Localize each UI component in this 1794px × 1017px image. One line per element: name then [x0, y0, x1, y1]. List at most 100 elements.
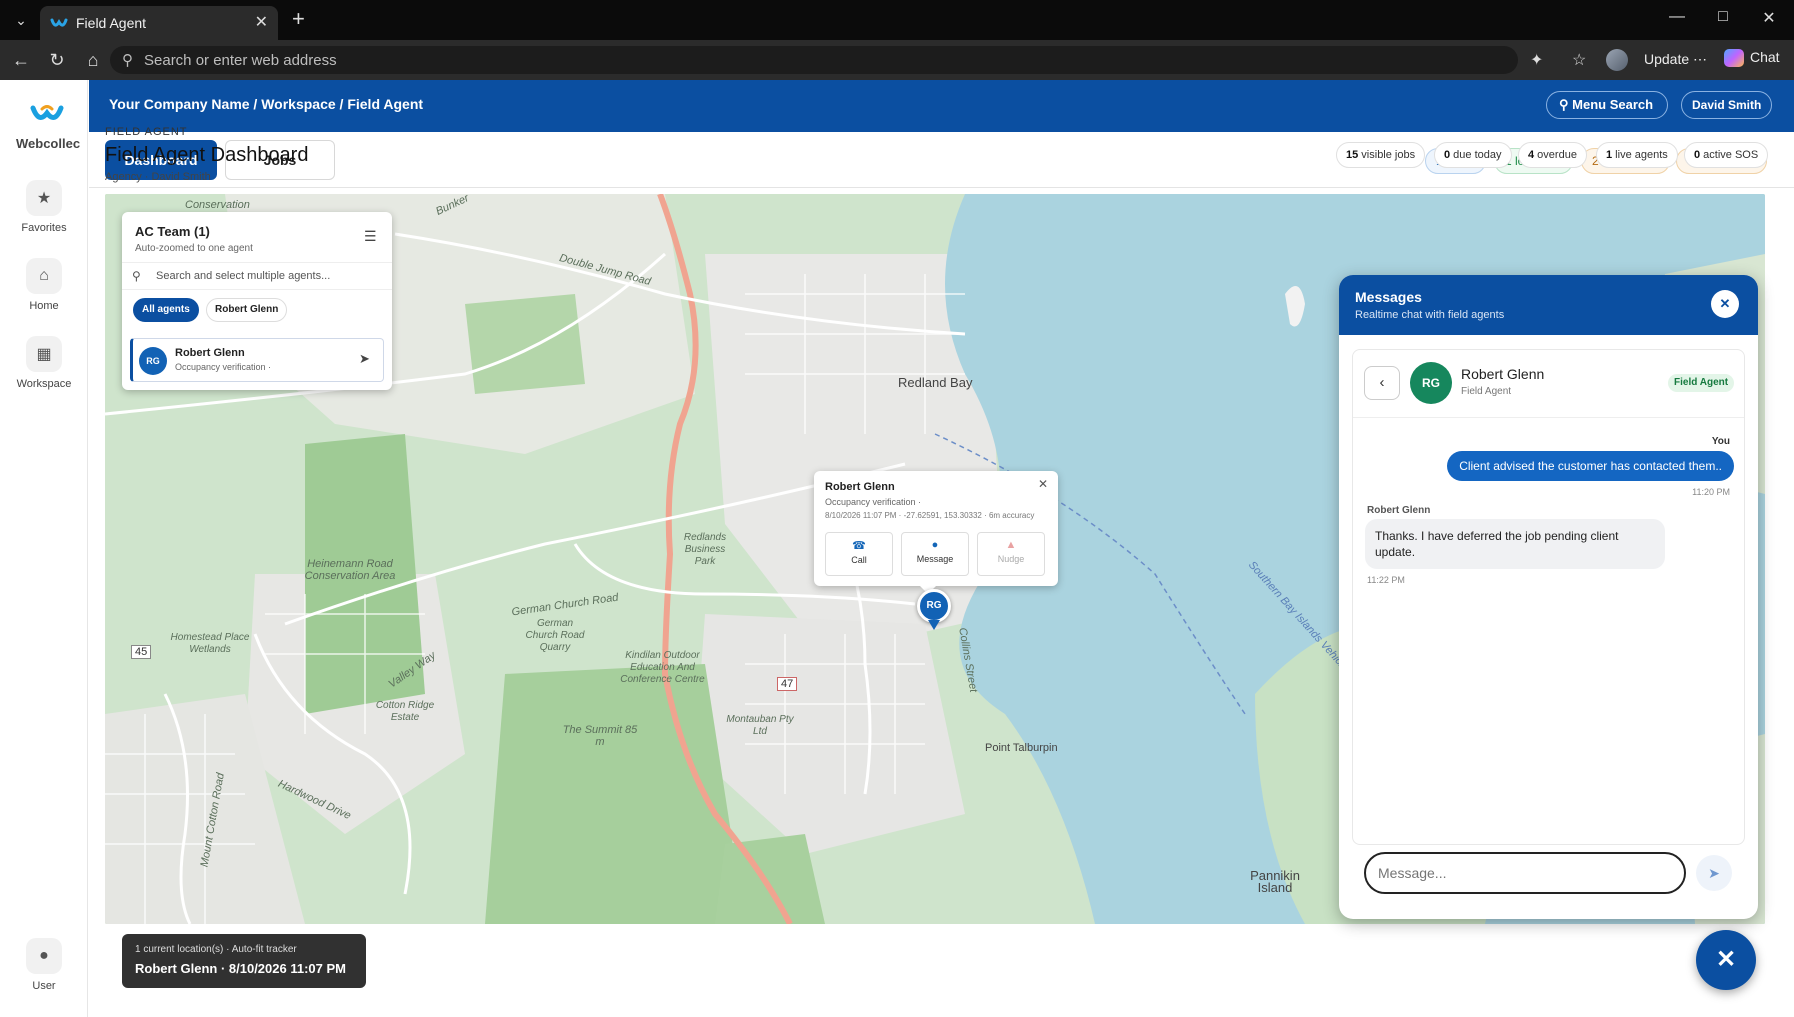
bell-icon: ▲ — [1005, 539, 1017, 551]
extensions-icon[interactable]: ✦ — [1530, 50, 1543, 70]
tab-close-icon[interactable]: ✕ — [255, 12, 268, 32]
map-label-heinemann: Heinemann Road Conservation Area — [304, 558, 396, 582]
tracker-summary: 1 current location(s) · Auto-fit tracker — [135, 944, 297, 955]
tab-list-chevron-icon[interactable]: ⌄ — [8, 8, 34, 32]
breadcrumb: Your Company Name / Workspace / Field Ag… — [109, 96, 424, 112]
copilot-chat-button[interactable]: Chat — [1724, 49, 1780, 68]
messages-close-icon[interactable]: ✕ — [1711, 290, 1739, 318]
home-icon: ⌂ — [26, 258, 62, 294]
app-favicon-icon — [50, 18, 68, 27]
agent-list-item[interactable]: RG Robert Glenn Occupancy verification ·… — [130, 338, 384, 382]
route-47-shield: 47 — [777, 677, 798, 691]
window-close-icon[interactable]: ✕ — [1754, 8, 1784, 28]
popup-close-icon[interactable]: ✕ — [1038, 477, 1048, 491]
copilot-icon — [1724, 49, 1744, 68]
map-label-conservation: Conservation — [185, 199, 250, 211]
contact-name: Robert Glenn — [1461, 366, 1545, 382]
minimize-icon[interactable]: — — [1662, 8, 1692, 26]
browser-tabbar: ⌄ Field Agent ✕ + — □ ✕ — [0, 0, 1794, 40]
left-rail: Webcollec ★ Favorites ⌂ Home ▦ Workspace… — [0, 80, 88, 1017]
agent-job: Occupancy verification · — [175, 362, 272, 372]
page-title: Field Agent Dashboard — [105, 144, 309, 166]
update-button[interactable]: Update ⋯ — [1644, 51, 1707, 68]
route-45-shield: 45 — [131, 645, 152, 659]
rail-item-favorites[interactable]: ★ Favorites — [0, 180, 88, 234]
map-label-point-talburpin: Point Talburpin — [985, 742, 1058, 754]
menu-search-button[interactable]: ⚲ Menu Search — [1546, 91, 1669, 119]
agent-avatar: RG — [139, 347, 167, 375]
kpi-overdue: 4 overdue — [1518, 142, 1587, 168]
home-icon[interactable]: ⌂ — [80, 48, 106, 72]
new-tab-plus-icon[interactable]: + — [292, 6, 305, 32]
popup-call-button[interactable]: ☎ Call — [825, 532, 893, 576]
popup-agent-name: Robert Glenn — [825, 481, 895, 493]
brand-name: Webcollec — [16, 136, 81, 151]
tracker-status: 1 current location(s) · Auto-fit tracker… — [122, 934, 366, 988]
chip-all-agents[interactable]: All agents — [133, 298, 199, 322]
user-icon: ● — [26, 938, 62, 974]
incoming-sender: Robert Glenn — [1367, 505, 1431, 516]
popup-nudge-button[interactable]: ▲ Nudge — [977, 532, 1045, 576]
agent-map-pin[interactable]: RG — [917, 589, 951, 623]
rail-item-user[interactable]: ● User — [0, 938, 88, 992]
phone-icon: ☎ — [852, 540, 866, 552]
star-icon: ★ — [26, 180, 62, 216]
message-input[interactable] — [1364, 852, 1686, 894]
map-label-redland-bay: Redland Bay — [898, 375, 973, 390]
page-subtitle: Agency · David Smith — [105, 171, 211, 183]
tab-title: Field Agent — [76, 15, 147, 31]
agent-search-input[interactable]: ⚲ Search and select multiple agents... — [122, 262, 392, 290]
map-label-cotton-ridge: Cotton Ridge Estate — [375, 700, 435, 723]
search-icon: ⚲ — [132, 269, 141, 283]
chip-robert-glenn[interactable]: Robert Glenn — [206, 298, 288, 322]
back-chevron-icon[interactable]: ‹ — [1364, 366, 1400, 400]
profile-avatar[interactable] — [1606, 49, 1628, 71]
user-menu-button[interactable]: David Smith — [1681, 91, 1773, 119]
reload-icon[interactable]: ↻ — [44, 48, 70, 72]
search-icon: ⚲ — [1559, 97, 1569, 112]
incoming-message: Thanks. I have deferred the job pending … — [1365, 519, 1665, 569]
contact-avatar: RG — [1410, 362, 1452, 404]
rail-item-home[interactable]: ⌂ Home — [0, 258, 88, 312]
app-topbar: Your Company Name / Workspace / Field Ag… — [89, 80, 1794, 132]
conversation-header: ‹ RG Robert Glenn Field Agent Field Agen… — [1353, 350, 1744, 418]
agent-name: Robert Glenn — [175, 347, 245, 359]
conversation: ‹ RG Robert Glenn Field Agent Field Agen… — [1352, 349, 1745, 845]
grid-icon: ▦ — [26, 336, 62, 372]
page-kicker: FIELD AGENT — [105, 126, 188, 138]
send-icon[interactable]: ➤ — [1696, 855, 1732, 891]
maximize-icon[interactable]: □ — [1708, 8, 1738, 26]
map-label-quarry: German Church Road Quarry — [525, 618, 585, 653]
popup-message-button[interactable]: ● Message — [901, 532, 969, 576]
agent-map-popup: Robert Glenn Occupancy verification · 8/… — [814, 471, 1058, 594]
kpi-due-today: 0 due today — [1434, 142, 1512, 168]
locate-arrow-icon[interactable]: ➤ — [359, 351, 370, 367]
agent-panel-subtitle: Auto-zoomed to one agent — [135, 243, 253, 254]
webcollect-logo-icon — [30, 105, 64, 120]
messages-header: Messages Realtime chat with field agents… — [1339, 275, 1758, 335]
browser-toolbar: ← ↻ ⌂ ⚲ Search or enter web address ✦ ☆ — [0, 40, 1794, 80]
favorites-star-icon[interactable]: ☆ — [1572, 50, 1586, 70]
messages-title: Messages — [1355, 289, 1422, 305]
contact-role: Field Agent — [1461, 386, 1512, 397]
map-label-the-summit: The Summit 85 m — [562, 724, 638, 748]
search-icon: ⚲ — [122, 52, 133, 69]
rail-item-workspace[interactable]: ▦ Workspace — [0, 336, 88, 390]
map-label-redlands-business-park: Redlands Business Park — [683, 532, 727, 567]
filter-sliders-icon[interactable]: ☰ — [364, 228, 377, 245]
tracker-latest: Robert Glenn · 8/10/2026 11:07 PM — [135, 961, 346, 976]
contact-role-badge: Field Agent — [1668, 374, 1735, 392]
close-chat-fab[interactable]: ✕ — [1696, 930, 1756, 990]
browser-tab-active[interactable]: Field Agent ✕ — [40, 6, 278, 40]
map-pin-tail — [928, 620, 940, 630]
kpi-active-sos: 0 active SOS — [1684, 142, 1769, 168]
map-label-montauban: Montauban Pty Ltd — [726, 714, 794, 737]
map-label-kindilan: Kindilan Outdoor Education And Conferenc… — [620, 650, 705, 685]
outgoing-time: 11:20 PM — [1692, 487, 1730, 497]
incoming-time: 11:22 PM — [1367, 575, 1405, 585]
map-label-pannikin-island: Pannikin Island — [1250, 868, 1300, 895]
back-arrow-icon[interactable]: ← — [8, 48, 34, 72]
address-bar[interactable]: ⚲ Search or enter web address — [110, 46, 1518, 74]
kpi-live-agents: 1 live agents — [1596, 142, 1678, 168]
messages-subtitle: Realtime chat with field agents — [1355, 309, 1505, 321]
